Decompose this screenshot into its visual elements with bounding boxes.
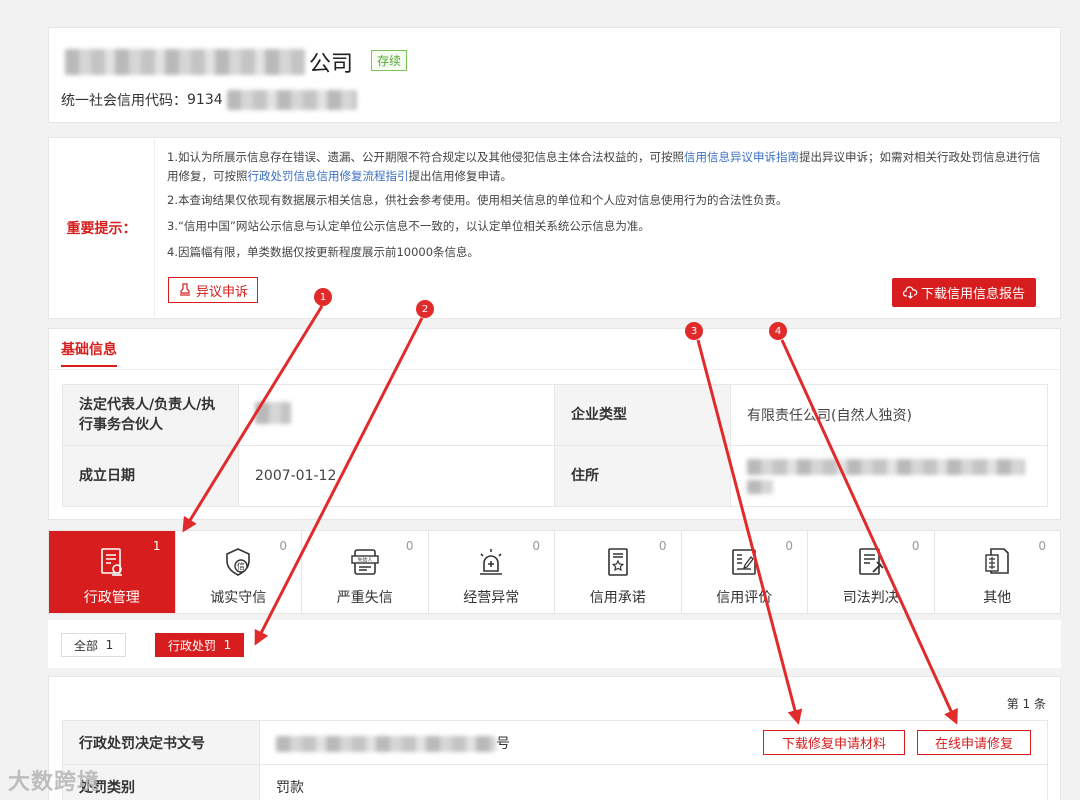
- company-name: 公司: [65, 46, 353, 78]
- annotation-marker-4: 4: [769, 322, 787, 340]
- tab-other[interactable]: 0 其他: [935, 531, 1061, 613]
- enterprise-type-label: 企业类型: [554, 384, 731, 446]
- category-tabs: 1 行政管理 0 信 诚实守信 0 失信人 严重失信 0 经营异常 0 信用承诺…: [48, 530, 1061, 614]
- objection-guide-link[interactable]: 信用信息异议申诉指南: [684, 150, 799, 164]
- svg-text:失信人: 失信人: [357, 557, 372, 564]
- notice-line-2: 2.本查询结果仅依现有数据展示相关信息，供社会参考使用。使用相关信息的单位和个人…: [167, 193, 788, 207]
- commitment-doc-icon: [607, 548, 628, 576]
- download-credit-report-button[interactable]: 下载信用信息报告: [892, 278, 1036, 307]
- notice-line-1: 1.如认为所展示信息存在错误、遗漏、公开期限不符合规定以及其他侵犯信息主体合法权…: [167, 150, 1041, 183]
- repair-guide-link[interactable]: 行政处罚信息信用修复流程指引: [248, 169, 409, 183]
- filter-all-button[interactable]: 全部 1: [61, 633, 127, 657]
- serious-dishonesty-icon: 失信人: [351, 549, 379, 575]
- tab-credit-commitment[interactable]: 0 信用承诺: [555, 531, 682, 613]
- tab-business-abnormal[interactable]: 0 经营异常: [429, 531, 555, 613]
- divider: [49, 369, 1060, 370]
- notice-label: 重要提示：: [49, 138, 155, 318]
- svg-text:信: 信: [237, 561, 245, 571]
- sub-filter-bar: 全部 1 行政处罚 1: [48, 620, 1061, 668]
- evaluation-icon: [732, 549, 757, 575]
- founded-label: 成立日期: [62, 445, 239, 507]
- watermark: 大数跨境: [8, 770, 101, 795]
- stamp-icon: [179, 283, 190, 296]
- penalty-records: 第 1 条 行政处罚决定书文号 号 处罚类别 罚款 下载修复申请材料 在线申请修…: [48, 676, 1061, 800]
- decision-no-label: 行政处罚决定书文号: [62, 720, 260, 765]
- penalty-category-value: 罚款: [259, 764, 1048, 800]
- redacted-company-name: [65, 49, 305, 75]
- credit-code: 统一社会信用代码： 9134: [61, 90, 357, 110]
- filter-admin-penalty-button[interactable]: 行政处罚 1: [155, 633, 245, 657]
- annotation-marker-1: 1: [314, 288, 332, 306]
- basic-info-title: 基础信息: [61, 339, 117, 367]
- basic-info-section: 基础信息 法定代表人/负责人/执行事务合伙人 企业类型 有限责任公司(自然人独资…: [48, 328, 1061, 520]
- tab-judicial-judgment[interactable]: 0 司法判决: [808, 531, 935, 613]
- objection-button[interactable]: 异议申诉: [168, 277, 258, 303]
- cloud-download-icon: [902, 286, 918, 299]
- record-count: 第 1 条: [1006, 697, 1046, 711]
- enterprise-type-value: 有限责任公司(自然人独资): [730, 384, 1048, 446]
- tab-honesty[interactable]: 0 信 诚实守信: [176, 531, 302, 613]
- notice-line-4: 4.因篇幅有限，单类数据仅按更新程度展示前10000条信息。: [167, 245, 480, 259]
- download-repair-material-button[interactable]: 下载修复申请材料: [763, 730, 905, 755]
- alarm-icon: [480, 549, 503, 575]
- redacted-credit-code: [226, 90, 357, 110]
- annotation-marker-3: 3: [685, 322, 703, 340]
- honesty-shield-icon: 信: [226, 548, 251, 576]
- admin-management-icon: [100, 548, 122, 576]
- basic-info-table: 法定代表人/负责人/执行事务合伙人 企业类型 有限责任公司(自然人独资) 成立日…: [62, 384, 1048, 507]
- company-header: 公司 存续 统一社会信用代码： 9134: [48, 27, 1061, 123]
- tab-serious-dishonesty[interactable]: 0 失信人 严重失信: [302, 531, 429, 613]
- judgment-icon: [858, 548, 884, 575]
- legal-rep-label: 法定代表人/负责人/执行事务合伙人: [62, 384, 239, 446]
- tab-admin-management[interactable]: 1 行政管理: [49, 531, 176, 613]
- address-value: [730, 445, 1048, 507]
- important-notice: 重要提示： 1.如认为所展示信息存在错误、遗漏、公开期限不符合规定以及其他侵犯信…: [48, 137, 1061, 319]
- online-repair-button[interactable]: 在线申请修复: [917, 730, 1031, 755]
- legal-rep-value: [238, 384, 555, 446]
- other-docs-icon: [985, 548, 1010, 574]
- status-badge: 存续: [371, 50, 408, 71]
- tab-credit-evaluation[interactable]: 0 信用评价: [682, 531, 808, 613]
- founded-value: 2007-01-12: [238, 445, 555, 507]
- annotation-marker-2: 2: [416, 300, 434, 318]
- address-label: 住所: [554, 445, 731, 507]
- notice-line-3: 3.“信用中国”网站公示信息与认定单位公示信息不一致的，以认定单位相关系统公示信…: [167, 219, 650, 233]
